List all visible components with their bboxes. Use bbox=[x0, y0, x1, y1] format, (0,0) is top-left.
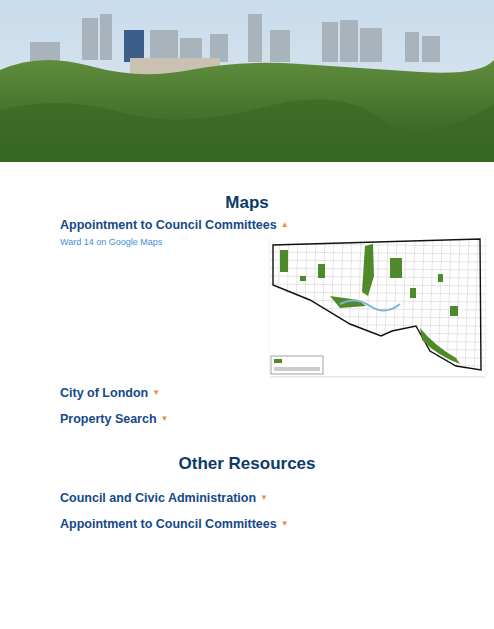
accordion-item: Property Search▼ bbox=[0, 410, 494, 428]
accordion-item: Council and Civic Administration▼ bbox=[0, 489, 494, 507]
accordion-header[interactable]: City of London▼ bbox=[0, 384, 494, 402]
accordion-header[interactable]: Appointment to Council Committees▲ bbox=[0, 216, 494, 234]
section: Maps Appointment to Council Committees▲ Wa… bbox=[0, 162, 494, 436]
expand-arrow-icon[interactable]: ▼ bbox=[152, 384, 160, 402]
accordion-header[interactable]: Property Search▼ bbox=[0, 410, 494, 428]
skyline-photo bbox=[0, 0, 494, 162]
accordion-label[interactable]: Appointment to Council Committees bbox=[60, 515, 277, 533]
ward-map bbox=[270, 236, 485, 376]
accordion-item: Appointment to Council Committees▲ Ward 1… bbox=[0, 216, 494, 379]
accordion-label[interactable]: City of London bbox=[60, 384, 148, 402]
collapse-arrow-icon[interactable]: ▲ bbox=[281, 216, 289, 234]
expand-arrow-icon[interactable]: ▼ bbox=[161, 410, 169, 428]
section-heading: Other Resources bbox=[0, 453, 494, 475]
accordion-label[interactable]: Council and Civic Administration bbox=[60, 489, 256, 507]
link-list: Ward 14 on Google Maps bbox=[60, 234, 162, 379]
expand-arrow-icon[interactable]: ▼ bbox=[281, 515, 289, 533]
map-link[interactable]: Ward 14 on Google Maps bbox=[60, 236, 162, 248]
expand-arrow-icon[interactable]: ▼ bbox=[260, 489, 268, 507]
section-heading: Maps bbox=[0, 192, 494, 214]
accordion-item: City of London▼ bbox=[0, 384, 494, 402]
accordion-item: Appointment to Council Committees▼ bbox=[0, 515, 494, 533]
accordion-header[interactable]: Council and Civic Administration▼ bbox=[0, 489, 494, 507]
section: Other Resources Council and Civic Adminis… bbox=[0, 436, 494, 541]
accordion-panel: Ward 14 on Google Maps bbox=[0, 234, 494, 379]
accordion-label[interactable]: Appointment to Council Committees bbox=[60, 216, 277, 234]
accordion-header[interactable]: Appointment to Council Committees▼ bbox=[0, 515, 494, 533]
accordion-label[interactable]: Property Search bbox=[60, 410, 157, 428]
